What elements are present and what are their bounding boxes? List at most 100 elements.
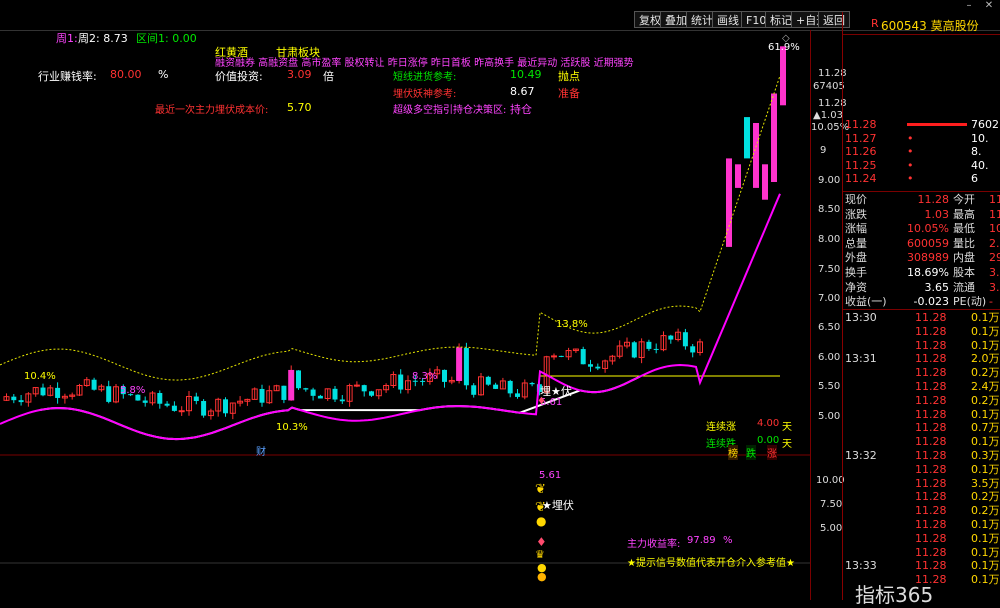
close-icon[interactable]: ✕ bbox=[978, 0, 1000, 12]
breakout-candle bbox=[753, 123, 759, 188]
tag-rank[interactable]: 榜 bbox=[728, 445, 738, 460]
tick-row: 11.28 0.7万 bbox=[843, 421, 1000, 434]
quote-label: PE(动) bbox=[953, 295, 987, 309]
axis-label-550: 5.50 bbox=[818, 381, 841, 392]
money-bag-icon: ● bbox=[536, 514, 547, 528]
lower-ambush: ★埋伏 bbox=[542, 499, 574, 512]
tick-row: 11.28 0.2万 bbox=[843, 394, 1000, 407]
candle bbox=[369, 391, 374, 396]
butterfly-icon: ❦ bbox=[535, 482, 546, 497]
quote-value: 11. bbox=[989, 207, 1000, 221]
tick-price: 11.28 bbox=[915, 504, 947, 518]
candle bbox=[296, 370, 301, 389]
coin-icon: ● bbox=[537, 570, 547, 583]
candle bbox=[310, 389, 316, 396]
order-book-row: 11.26 • 8. bbox=[843, 145, 1000, 158]
kline-chart[interactable]: 周1: 周2: 8.73 区间1: 0.00 红黄酒 甘肃板块 融资融券 高融资… bbox=[0, 30, 849, 600]
axis-label-750: 7.50 bbox=[818, 264, 841, 275]
toolbar-button-draw[interactable]: 画线 bbox=[712, 11, 744, 28]
tick-row: 13:31 11.28 2.0万 bbox=[843, 352, 1000, 365]
gem-icon: ♦ bbox=[537, 396, 546, 407]
order-volume: 6 bbox=[971, 172, 978, 185]
volume-bar bbox=[907, 123, 967, 126]
quote-row: 现价 11.28今开 11. bbox=[843, 193, 1000, 206]
order-dot: • bbox=[907, 145, 914, 158]
axis-label-change: ▲1.03 bbox=[813, 110, 843, 121]
tick-price: 11.28 bbox=[915, 421, 947, 435]
order-volume: 8. bbox=[971, 145, 982, 158]
quote-label: 内盘 bbox=[953, 251, 975, 265]
quote-value: 3.2 bbox=[989, 280, 1000, 294]
candle bbox=[171, 405, 177, 411]
trophy-icon: ♛ bbox=[535, 548, 545, 561]
tag-up[interactable]: 涨 bbox=[767, 445, 777, 460]
butterfly-icon: ❦ bbox=[535, 500, 546, 515]
tick-price: 11.28 bbox=[915, 531, 947, 545]
candle bbox=[398, 374, 404, 390]
super-tag: 持仓 bbox=[510, 103, 532, 116]
quote-value: 10. bbox=[989, 222, 1000, 236]
minimize-icon[interactable]: – bbox=[958, 0, 980, 12]
tick-time: 13:33 bbox=[845, 559, 877, 573]
ambush-tag: 准备 bbox=[558, 87, 580, 100]
quote-label: 今开 bbox=[953, 193, 975, 206]
candle bbox=[463, 348, 469, 386]
tick-row: 11.28 0.2万 bbox=[843, 366, 1000, 379]
value-label: 价值投资: bbox=[215, 70, 263, 83]
stock-title[interactable]: 600543 莫高股份 bbox=[881, 17, 979, 34]
candle bbox=[142, 400, 148, 403]
quote-label: 总量 bbox=[845, 236, 867, 250]
cost-label: 最近一次主力埋伏成本价: bbox=[155, 105, 269, 116]
gem-icon: ♦ bbox=[536, 535, 547, 549]
streak-up-value: 4.00 bbox=[757, 418, 780, 429]
tick-price: 11.28 bbox=[915, 449, 947, 462]
tick-volume: 0.1万 bbox=[971, 545, 1000, 559]
candle bbox=[91, 379, 97, 390]
value-value: 3.09 bbox=[287, 68, 312, 81]
order-book-row: 11.28 7602 bbox=[843, 118, 1000, 131]
tick-volume: 0.1万 bbox=[971, 407, 1000, 421]
tick-row: 11.28 2.4万 bbox=[843, 380, 1000, 393]
pct-label-3: 8.3% bbox=[412, 371, 438, 382]
tick-volume: 0.1万 bbox=[971, 435, 1000, 449]
tick-volume: 0.7万 bbox=[971, 421, 1000, 435]
candle bbox=[588, 364, 593, 367]
tick-row: 11.28 0.1万 bbox=[843, 339, 1000, 352]
breakout-candle bbox=[780, 46, 786, 106]
lower-axis-500: 5.00 bbox=[820, 523, 843, 534]
quote-row: 收益(一) -0.023 PE(动) - bbox=[843, 295, 1000, 308]
value-unit: 倍 bbox=[323, 70, 334, 83]
profit-label: 主力收益率: bbox=[627, 539, 681, 550]
tick-price: 11.28 bbox=[915, 352, 947, 366]
candle bbox=[288, 369, 295, 401]
order-dot: • bbox=[907, 158, 914, 172]
candle bbox=[580, 349, 586, 365]
tick-price: 11.28 bbox=[915, 393, 947, 407]
candle bbox=[682, 332, 688, 347]
order-volume: 7602 bbox=[971, 118, 999, 131]
quote-label: 量比 bbox=[953, 236, 975, 250]
order-dot: • bbox=[907, 172, 914, 185]
candle bbox=[442, 369, 447, 382]
tick-price: 11.28 bbox=[915, 311, 947, 324]
breakout-candle bbox=[735, 164, 741, 188]
tick-volume: 0.1万 bbox=[971, 518, 1000, 531]
axis-label-900: 9.00 bbox=[818, 175, 841, 186]
quote-value: 1.03 bbox=[924, 207, 950, 221]
quote-row: 外盘 308989 内盘 2910 bbox=[843, 251, 1000, 264]
lower-axis-10: 10.00 bbox=[816, 475, 845, 486]
quote-label: 外盘 bbox=[845, 251, 867, 265]
tick-row: 13:30 11.28 0.1万 bbox=[843, 311, 1000, 324]
order-book-row: 11.24 • 6 bbox=[843, 172, 1000, 185]
order-price: 11.28 bbox=[845, 118, 877, 131]
quote-label: 收益(一) bbox=[845, 295, 887, 309]
finance-marker[interactable]: 财 bbox=[256, 443, 266, 458]
tag-down[interactable]: 跌 bbox=[746, 445, 756, 460]
axis-label-650: 6.50 bbox=[818, 322, 841, 333]
pct-label-5: 10.3% bbox=[276, 422, 308, 433]
tick-volume: 2.0万 bbox=[971, 352, 1000, 366]
tick-row: 11.28 0.2万 bbox=[843, 490, 1000, 503]
pct-label-2: 5.8% bbox=[120, 385, 146, 396]
breakout-candle bbox=[771, 93, 777, 182]
quote-row: 换手 18.69% 股本 3.2 bbox=[843, 266, 1000, 279]
